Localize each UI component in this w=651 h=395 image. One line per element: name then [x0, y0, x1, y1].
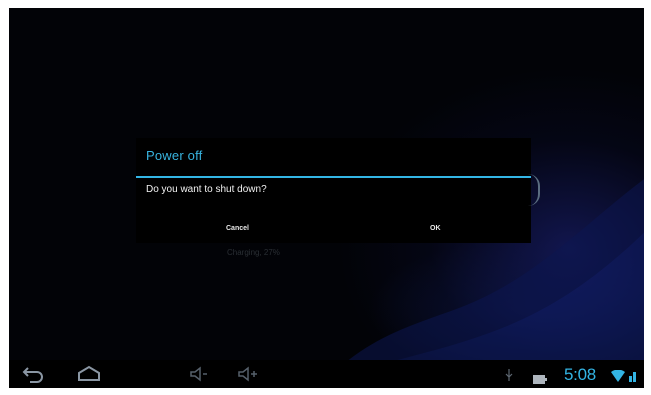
volume-down-icon[interactable]	[187, 364, 211, 384]
dialog-title: Power off	[146, 148, 203, 163]
usb-icon	[505, 368, 513, 387]
charging-status: Charging, 27%	[227, 248, 280, 257]
cancel-button[interactable]: Cancel	[166, 220, 296, 238]
back-icon[interactable]	[21, 364, 45, 384]
system-navigation-bar: 5:08	[9, 360, 644, 388]
power-off-dialog: Power off Do you want to shut down? Canc…	[136, 138, 540, 243]
status-time: 5:08	[564, 365, 596, 384]
ok-button[interactable]: OK	[366, 220, 496, 238]
dialog-title-divider	[136, 176, 531, 178]
battery-icon	[533, 371, 547, 388]
dialog-message: Do you want to shut down?	[146, 184, 267, 195]
home-icon[interactable]	[75, 364, 103, 384]
volume-up-icon[interactable]	[235, 364, 263, 384]
wifi-icon	[611, 369, 625, 387]
tablet-screen: Charging, 27% Power off Do you want to s…	[9, 8, 644, 388]
signal-icon	[628, 369, 638, 387]
